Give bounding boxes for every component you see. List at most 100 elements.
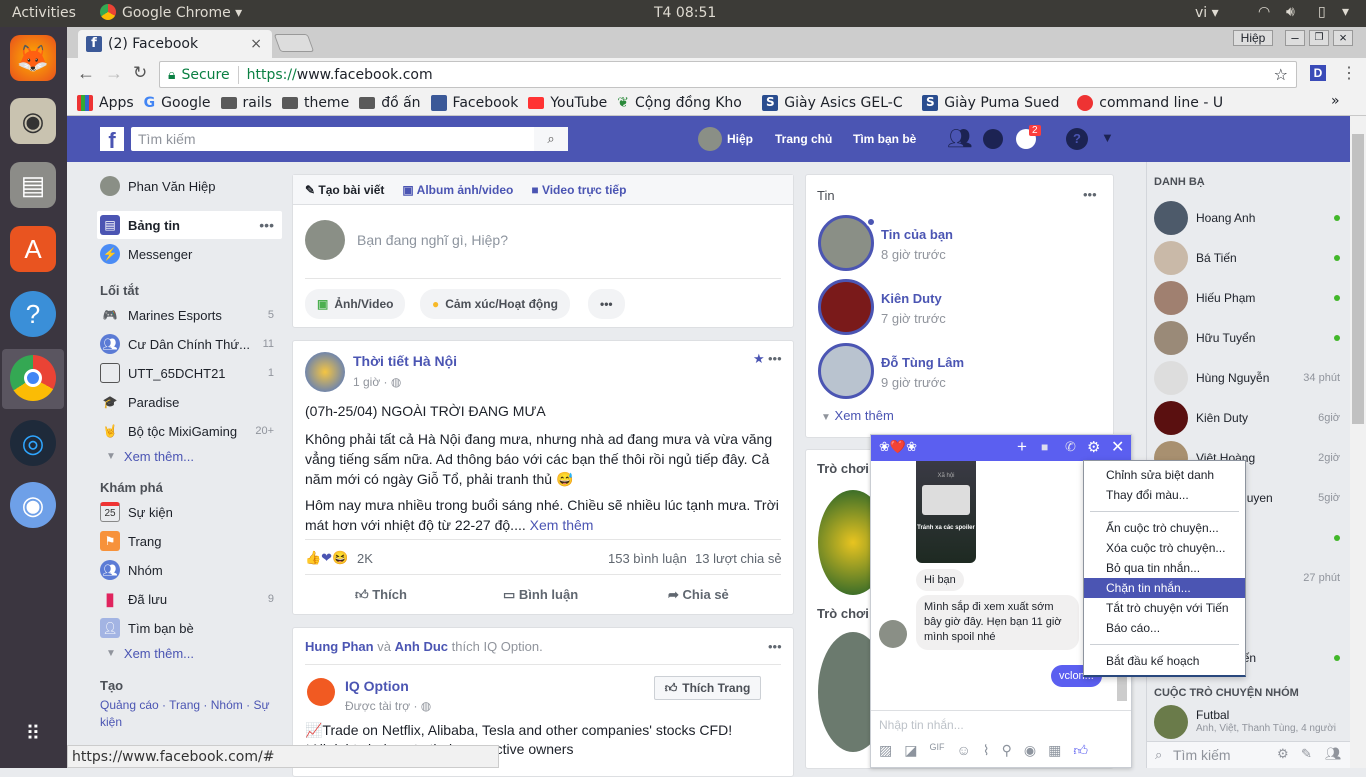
- star-icon[interactable]: ★: [753, 351, 765, 367]
- ad-page-name[interactable]: IQ Option: [345, 678, 409, 694]
- explore-item-events[interactable]: 25 Sự kiện: [100, 502, 280, 522]
- find-friends-link[interactable]: Tìm bạn bè: [853, 132, 916, 146]
- messenger-icon[interactable]: [983, 129, 1003, 149]
- new-tab-button[interactable]: [273, 34, 315, 52]
- create-ad-link[interactable]: Quảng cáo: [100, 698, 159, 712]
- bookmark-apps[interactable]: Apps: [77, 94, 134, 111]
- close-tab-icon[interactable]: ×: [250, 36, 262, 52]
- gear-icon[interactable]: ⚙: [1087, 438, 1100, 456]
- profile-link[interactable]: Hiệp: [727, 132, 753, 146]
- shortcut-item[interactable]: 🎮 Marines Esports 5: [100, 305, 280, 325]
- see-more-link[interactable]: Xem thêm: [530, 517, 594, 533]
- shortcut-item[interactable]: 👥︎ Cư Dân Chính Thứ... 11: [100, 334, 280, 354]
- reload-icon[interactable]: ↻: [133, 63, 147, 83]
- show-apps-icon[interactable]: ⠿: [10, 710, 56, 756]
- stories-see-more[interactable]: ▼ Xem thêm: [821, 408, 894, 423]
- menu-edit-nickname[interactable]: Chỉnh sửa biệt danh: [1084, 465, 1245, 485]
- app-menu[interactable]: Google Chrome ▾: [122, 5, 242, 21]
- compose-icon[interactable]: ✎: [1301, 746, 1312, 762]
- profile-badge[interactable]: Hiệp: [1233, 30, 1273, 46]
- shortcut-item[interactable]: 🤘 Bộ tộc MixiGaming 20+: [100, 421, 280, 441]
- bookmark-asics[interactable]: S Giày Asics GEL-C: [762, 94, 912, 111]
- create-group-icon[interactable]: 👥︎: [1325, 746, 1342, 762]
- chat-title[interactable]: ❀❤️❀: [879, 439, 917, 455]
- restore-button[interactable]: ❐: [1309, 30, 1329, 46]
- contact-item[interactable]: Bá Tiến: [1154, 239, 1340, 277]
- story-item[interactable]: Kiên Duty 7 giờ trước: [818, 279, 1108, 339]
- add-people-icon[interactable]: +: [1017, 437, 1027, 457]
- share-count[interactable]: 13 lượt chia sẻ: [695, 551, 782, 566]
- post-options-icon[interactable]: •••: [768, 351, 782, 366]
- search-input[interactable]: Tìm kiếm ⌕: [131, 127, 568, 151]
- bookmark-youtube[interactable]: YouTube: [528, 95, 607, 111]
- liker-link[interactable]: Hung Phan: [305, 639, 374, 654]
- menu-start-plan[interactable]: Bắt đầu kế hoạch: [1084, 651, 1245, 671]
- user-avatar[interactable]: [698, 127, 722, 151]
- more-bookmarks-button[interactable]: »: [1331, 93, 1340, 109]
- chat-scrollbar[interactable]: [1117, 675, 1127, 701]
- volume-icon[interactable]: 🔊︎: [1286, 4, 1295, 20]
- menu-ignore-messages[interactable]: Bỏ qua tin nhắn...: [1084, 558, 1245, 578]
- menu-delete-conversation[interactable]: Xóa cuộc trò chuyện...: [1084, 538, 1245, 558]
- contact-item[interactable]: Hoang Anh: [1154, 199, 1340, 237]
- bookmark-folder-rails[interactable]: rails: [220, 95, 272, 111]
- bookmark-command-line[interactable]: command line - U: [1077, 94, 1227, 111]
- message-input[interactable]: Nhập tin nhắn...: [879, 718, 964, 732]
- sticker-icon[interactable]: ◪: [904, 742, 917, 759]
- menu-change-color[interactable]: Thay đổi màu...: [1084, 485, 1245, 505]
- ad-options-icon[interactable]: •••: [768, 639, 782, 654]
- plan-icon[interactable]: ▦: [1048, 742, 1061, 759]
- create-group-link[interactable]: Nhóm: [211, 698, 243, 712]
- nav-news-feed[interactable]: ▤ Bảng tin •••: [100, 215, 280, 235]
- tab-photo-album[interactable]: ▣ Album ảnh/video: [402, 183, 513, 197]
- home-link[interactable]: Trang chủ: [775, 132, 832, 146]
- reaction-icons[interactable]: 👍❤😆: [305, 550, 348, 566]
- camera-icon[interactable]: ◉: [1024, 742, 1036, 759]
- forward-icon[interactable]: →: [105, 63, 123, 84]
- group-chat-item[interactable]: Futbal Anh, Việt, Thanh Tùng, 4 người: [1154, 704, 1340, 740]
- shortcuts-see-more[interactable]: ▼ Xem thêm...: [106, 449, 286, 464]
- nav-profile[interactable]: Phan Văn Hiệp: [100, 176, 280, 196]
- explore-item-find-friends[interactable]: 👤︎ Tìm bạn bè: [100, 618, 280, 638]
- help-icon[interactable]: ?: [10, 291, 56, 337]
- bookmark-star-icon[interactable]: ☆: [1274, 65, 1288, 84]
- video-call-icon[interactable]: ■: [1041, 440, 1048, 454]
- page-scrollbar[interactable]: [1350, 116, 1366, 768]
- tab-live-video[interactable]: ■ Video trực tiếp: [531, 183, 626, 197]
- account-dropdown-icon[interactable]: ▼: [1101, 130, 1114, 145]
- extension-icon[interactable]: D: [1310, 65, 1326, 81]
- chrome-dock-icon[interactable]: [10, 355, 56, 401]
- help-icon[interactable]: ?: [1066, 128, 1088, 150]
- facebook-logo[interactable]: f: [100, 127, 124, 153]
- friend-requests-icon[interactable]: 👥︎: [947, 126, 972, 151]
- rhythmbox-icon[interactable]: ◉: [10, 98, 56, 144]
- contact-item[interactable]: Hiếu Phạm: [1154, 279, 1340, 317]
- search-icon[interactable]: ⌕: [534, 127, 568, 151]
- nav-messenger[interactable]: ⚡ Messenger: [100, 244, 280, 264]
- close-chat-icon[interactable]: ✕: [1111, 437, 1124, 457]
- feeling-button[interactable]: ● Cảm xúc/Hoạt động: [420, 289, 570, 319]
- explore-item-pages[interactable]: ⚑ Trang: [100, 531, 280, 551]
- composer-input[interactable]: Bạn đang nghĩ gì, Hiệp?: [357, 232, 508, 248]
- activities-button[interactable]: Activities: [12, 5, 76, 21]
- battery-icon[interactable]: ▯: [1318, 4, 1326, 20]
- like-send-icon[interactable]: 👍︎: [1073, 742, 1088, 759]
- bookmark-puma[interactable]: S Giày Puma Sued: [922, 94, 1067, 111]
- language-indicator[interactable]: vi ▾: [1195, 5, 1219, 21]
- explore-item-groups[interactable]: 👥︎ Nhóm: [100, 560, 280, 580]
- address-bar[interactable]: 🔒︎ Secure https://www.facebook.com ☆: [159, 61, 1297, 88]
- phone-icon[interactable]: ✆: [1065, 439, 1076, 455]
- menu-block-messages[interactable]: Chặn tin nhắn...: [1084, 578, 1245, 598]
- firefox-icon[interactable]: 🦊: [10, 35, 56, 81]
- gif-icon[interactable]: GIF: [929, 742, 944, 759]
- steam-like-icon[interactable]: ◎: [10, 420, 56, 466]
- shortcut-item[interactable]: UTT_65DCHT21 1: [100, 363, 280, 383]
- create-page-link[interactable]: Trang: [169, 698, 200, 712]
- stories-options-icon[interactable]: •••: [1083, 187, 1097, 202]
- clock[interactable]: T4 08:51: [654, 5, 716, 21]
- iq-option-logo[interactable]: [307, 678, 335, 706]
- game-icon[interactable]: ⚲: [1002, 742, 1012, 759]
- shared-image[interactable]: Xã hội Tránh xa các spoiler: [916, 461, 976, 563]
- back-icon[interactable]: ←: [77, 63, 95, 84]
- contact-item[interactable]: Hùng Nguyễn 34 phút: [1154, 359, 1340, 397]
